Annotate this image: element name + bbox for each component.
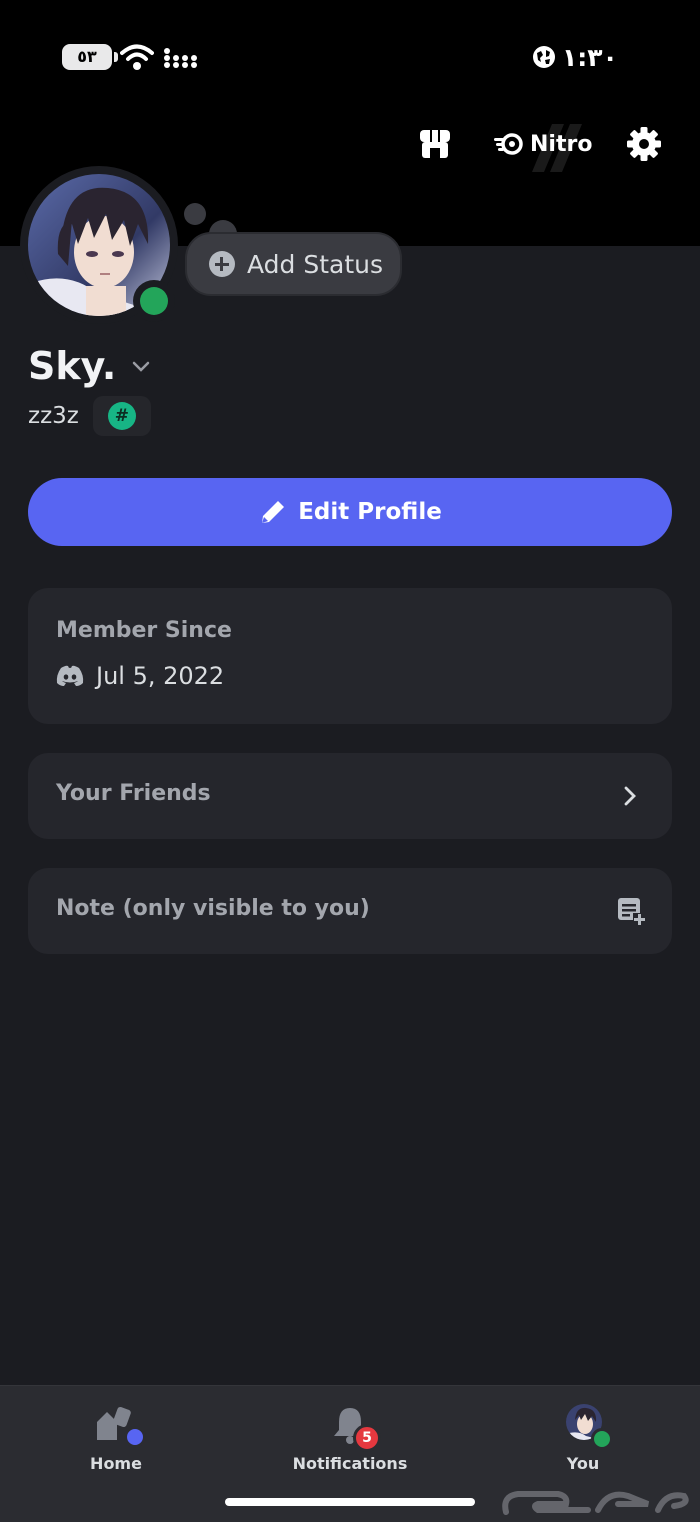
cellular-signal-icon bbox=[164, 48, 197, 68]
watermark-logo bbox=[502, 1491, 689, 1515]
tab-you[interactable]: You bbox=[503, 1404, 663, 1474]
display-name-text: Sky. bbox=[28, 344, 117, 388]
shop-icon[interactable] bbox=[418, 128, 452, 160]
nitro-button[interactable]: Nitro bbox=[494, 126, 592, 162]
discord-icon bbox=[56, 665, 84, 686]
you-tab-icon bbox=[558, 1404, 613, 1450]
notification-count-badge: 5 bbox=[353, 1424, 381, 1452]
note-label: Note (only visible to you) bbox=[56, 896, 370, 921]
username: zz3z bbox=[28, 403, 79, 429]
tab-home[interactable]: Home bbox=[36, 1404, 196, 1474]
clock-time: ١:٣٠ bbox=[562, 42, 618, 72]
globe-icon bbox=[533, 46, 555, 68]
home-indicator bbox=[225, 1498, 475, 1506]
member-since-title: Member Since bbox=[56, 618, 232, 643]
tab-notifications[interactable]: 5 Notifications bbox=[270, 1404, 430, 1474]
member-since-date: Jul 5, 2022 bbox=[96, 662, 225, 690]
chevron-right-icon bbox=[624, 786, 636, 806]
you-online-dot bbox=[591, 1428, 613, 1450]
online-status-indicator bbox=[140, 287, 168, 315]
add-note-icon bbox=[618, 898, 646, 926]
your-friends-row[interactable]: Your Friends bbox=[28, 753, 672, 839]
home-icon bbox=[91, 1404, 146, 1448]
member-since-card: Member Since Jul 5, 2022 bbox=[28, 588, 672, 724]
tab-you-label: You bbox=[566, 1454, 600, 1473]
battery-indicator: ٥٣ bbox=[62, 44, 118, 70]
edit-profile-button[interactable]: Edit Profile bbox=[28, 478, 672, 546]
nitro-label: Nitro bbox=[530, 131, 593, 157]
clock: ١:٣٠ bbox=[532, 40, 618, 74]
edit-profile-label: Edit Profile bbox=[298, 499, 442, 525]
wifi-icon bbox=[120, 44, 154, 70]
add-status-button[interactable]: Add Status bbox=[185, 232, 402, 296]
your-friends-label: Your Friends bbox=[56, 781, 211, 806]
pencil-icon bbox=[262, 501, 285, 523]
profile-badge[interactable]: # bbox=[92, 396, 151, 436]
status-bubble-dot bbox=[184, 203, 206, 225]
home-unread-dot bbox=[124, 1426, 146, 1448]
display-name[interactable]: Sky. bbox=[28, 344, 152, 388]
tab-home-label: Home bbox=[90, 1454, 142, 1473]
bell-icon: 5 bbox=[325, 1404, 381, 1452]
chevron-down-icon bbox=[133, 361, 150, 372]
nitro-icon bbox=[494, 133, 523, 155]
plus-circle-icon bbox=[209, 251, 235, 277]
device-status-bar: ٥٣ ١:٣٠ bbox=[0, 0, 700, 110]
hashtag-badge-icon: # bbox=[107, 402, 136, 430]
username-row: zz3z # bbox=[28, 396, 151, 436]
add-status-label: Add Status bbox=[247, 249, 384, 279]
profile-top-actions: Nitro bbox=[0, 122, 700, 172]
member-since-row: Jul 5, 2022 bbox=[56, 662, 224, 690]
gear-icon[interactable] bbox=[626, 126, 662, 162]
tab-notifications-label: Notifications bbox=[292, 1454, 408, 1473]
note-row[interactable]: Note (only visible to you) bbox=[28, 868, 672, 954]
